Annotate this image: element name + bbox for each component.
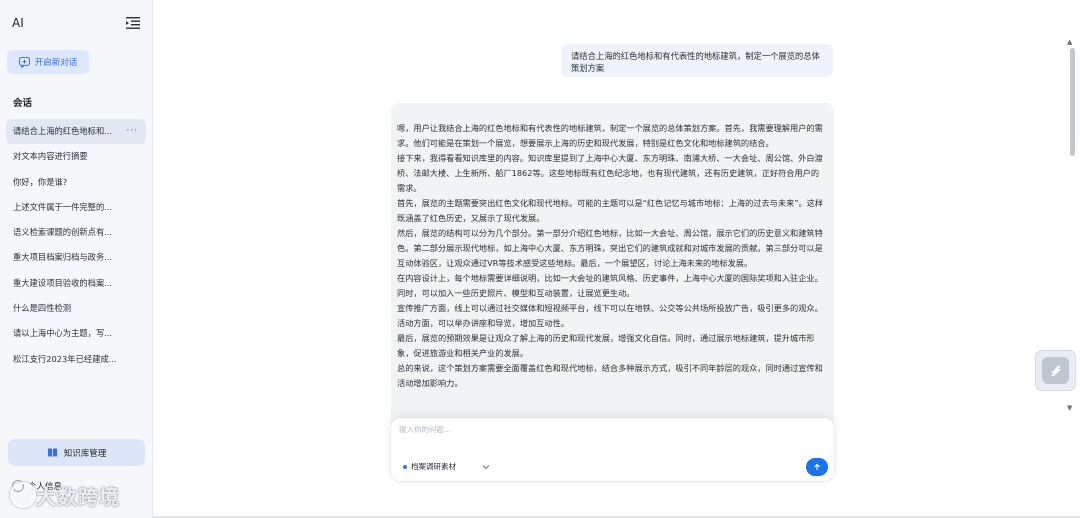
assistant-paragraph: 接下来，我得看看知识库里的内容。知识库里提到了上海中心大厦、东方明珠、南浦大桥、… <box>397 153 823 193</box>
knowledge-base-label: 知识库管理 <box>63 448 107 459</box>
scroll-up-icon[interactable]: ▲ <box>1067 38 1072 46</box>
assistant-paragraph: 嗯，用户让我结合上海的红色地标和有代表性的地标建筑，制定一个展览的总体策划方案。… <box>397 123 823 148</box>
new-chat-label: 开启新对话 <box>34 58 78 68</box>
conversation-title: 重大项目档案归档与政务... <box>13 252 113 263</box>
conversation-item[interactable]: 对文本内容进行摘要 <box>6 144 146 169</box>
user-message: 请结合上海的红色地标和有代表性的地标建筑，制定一个展览的总体策划方案 <box>561 44 833 77</box>
assistant-widget-icon <box>1042 357 1069 384</box>
message-input[interactable] <box>397 424 821 435</box>
floating-assistant-button[interactable] <box>1035 350 1076 391</box>
conversation-title: 你好，你是谁? <box>13 176 68 187</box>
conversation-item[interactable]: 上述文件属于一件完整的... <box>6 195 146 220</box>
conversation-item[interactable]: 请结合上海的红色地标和... ··· <box>6 119 146 145</box>
conversation-item[interactable]: 语义检索课题的创新点有... <box>6 220 146 245</box>
conversation-title: 语义检索课题的创新点有... <box>13 227 113 238</box>
watermark: 大数跨境 <box>36 485 120 509</box>
conversation-title: 请结合上海的红色地标和... <box>13 126 113 136</box>
menu-collapse-icon[interactable] <box>126 17 140 29</box>
assistant-paragraph: 首先，展览的主题需要突出红色文化和现代地标。可能的主题可以是“红色记忆与城市地标… <box>397 198 824 223</box>
watermark-logo <box>10 482 36 508</box>
conversation-item[interactable]: 你好，你是谁? <box>6 170 146 195</box>
conversation-item[interactable]: 松江支行2023年已经建成... <box>6 347 146 372</box>
conversation-item[interactable]: 什么是四性检测 <box>6 296 146 321</box>
assistant-message: 嗯，用户让我结合上海的红色地标和有代表性的地标建筑，制定一个展览的总体策划方案。… <box>391 103 834 433</box>
knowledge-base-selector[interactable]: 档案调研素材 <box>403 461 490 472</box>
conversation-title: 上述文件属于一件完整的... <box>13 201 113 212</box>
assistant-paragraph: 然后，展览的结构可以分为几个部分。第一部分介绍红色地标，比如一大会址、周公馆，展… <box>397 228 823 268</box>
conversation-title: 对文本内容进行摘要 <box>13 151 88 162</box>
scroll-down-icon[interactable]: ▼ <box>1067 404 1072 412</box>
scroll-thumb[interactable] <box>1070 48 1075 156</box>
arrow-up-icon <box>814 463 820 470</box>
new-chat-button[interactable]: 开启新对话 <box>7 50 89 74</box>
conversation-item[interactable]: 请以上海中心为主题，写... <box>6 321 146 346</box>
send-button[interactable] <box>806 458 828 476</box>
assistant-paragraph: 最后，展览的预期效果是让观众了解上海的历史和现代发展，增强文化自信。同时，通过展… <box>397 333 815 358</box>
selector-label: 档案调研素材 <box>411 462 456 471</box>
sidebar: AI 开启新对话 会话 请结合上海的红色地标和... ··· 对文本内容进行摘要… <box>0 0 153 518</box>
more-options-icon[interactable]: ··· <box>126 119 138 144</box>
conversation-title: 重大建设项目验收的档案... <box>13 277 113 288</box>
conversations-heading: 会话 <box>13 98 33 109</box>
book-icon <box>47 448 57 457</box>
assistant-paragraph: 宣传推广方面，线上可以通过社交媒体和短视频平台，线下可以在地铁、公交等公共场所投… <box>397 303 823 328</box>
knowledge-base-button[interactable]: 知识库管理 <box>8 439 145 466</box>
assistant-paragraph: 在内容设计上，每个地标需要详细说明，比如一大会址的建筑风格、历史事件，上海中心大… <box>397 273 823 298</box>
assistant-paragraph: 总的来说，这个策划方案需要全面覆盖红色和现代地标，结合多种展示方式，吸引不同年龄… <box>397 363 823 388</box>
chat-plus-icon <box>18 56 30 68</box>
conversation-title: 松江支行2023年已经建成... <box>13 353 117 364</box>
chevron-down-icon <box>482 464 490 469</box>
conversation-list: 请结合上海的红色地标和... ··· 对文本内容进行摘要 你好，你是谁? 上述文… <box>6 119 146 372</box>
app-brand: AI <box>12 16 24 30</box>
selector-dot-icon <box>403 464 407 469</box>
conversation-title: 请以上海中心为主题，写... <box>13 328 113 339</box>
conversation-item[interactable]: 重大项目档案归档与政务... <box>6 245 146 270</box>
conversation-item[interactable]: 重大建设项目验收的档案... <box>6 271 146 296</box>
message-composer: 档案调研素材 <box>391 418 834 481</box>
conversation-title: 什么是四性检测 <box>13 303 72 314</box>
